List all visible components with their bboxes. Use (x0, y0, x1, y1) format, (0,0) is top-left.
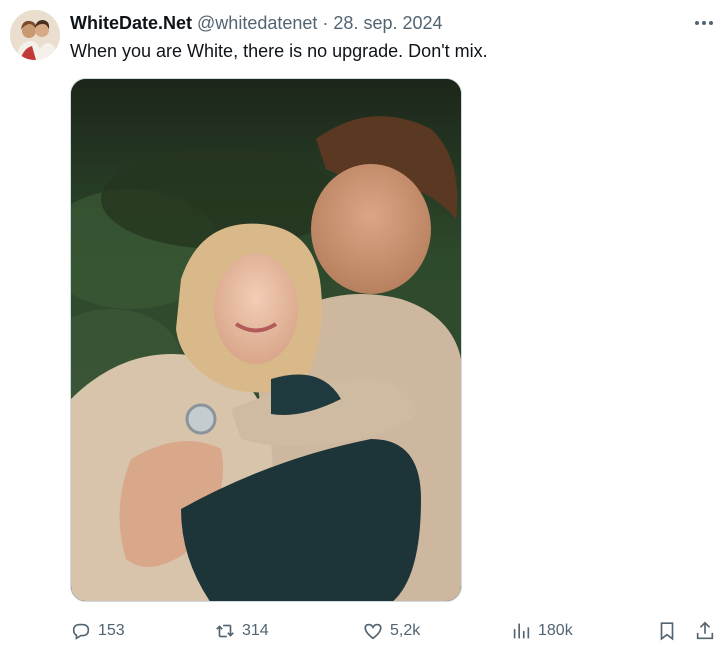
views-count: 180k (538, 622, 573, 639)
tweet[interactable]: WhiteDate.Net @whitedatenet · 28. sep. 2… (0, 0, 727, 653)
avatar[interactable] (10, 10, 60, 60)
bookmark-button[interactable] (656, 616, 678, 646)
retweet-count: 314 (242, 622, 269, 639)
reply-button[interactable]: 153 (70, 616, 125, 646)
retweet-button[interactable]: 314 (214, 616, 269, 646)
tweet-photo[interactable] (70, 78, 462, 602)
tweet-actions: 153 314 5,2k 180k (70, 616, 727, 646)
separator: · (322, 13, 329, 33)
heart-icon (364, 623, 382, 640)
bookmark-icon (660, 622, 674, 641)
like-button[interactable]: 5,2k (362, 616, 420, 646)
retweet-icon (216, 624, 234, 638)
share-icon (696, 621, 714, 640)
handle[interactable]: @whitedatenet (197, 13, 317, 33)
views-button[interactable]: 180k (510, 616, 573, 646)
timestamp[interactable]: 28. sep. 2024 (333, 13, 442, 33)
reply-icon (72, 623, 90, 640)
more-icon (695, 21, 713, 25)
views-icon (513, 623, 530, 639)
display-name[interactable]: WhiteDate.Net (70, 13, 192, 33)
more-options-button[interactable] (691, 10, 717, 36)
share-button[interactable] (694, 616, 716, 646)
tweet-header: WhiteDate.Net @whitedatenet · 28. sep. 2… (70, 12, 687, 34)
like-count: 5,2k (390, 622, 421, 639)
reply-count: 153 (98, 622, 125, 639)
tweet-text: When you are White, there is no upgrade.… (70, 41, 488, 61)
